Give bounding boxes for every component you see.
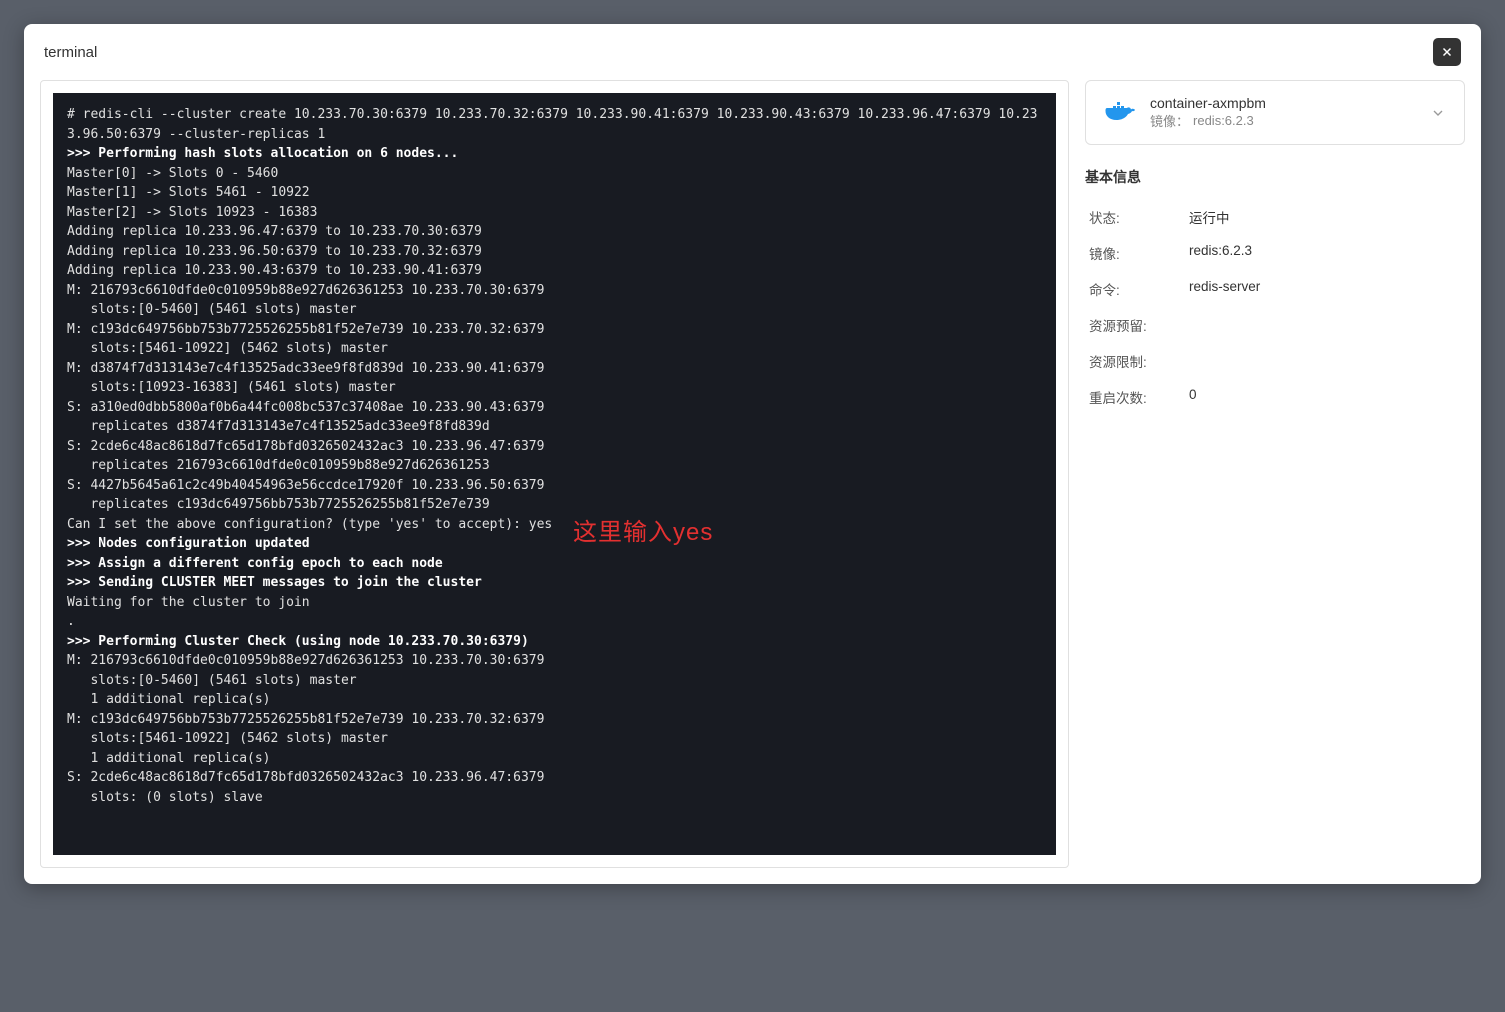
- term-line: >>> Sending CLUSTER MEET messages to joi…: [67, 575, 482, 590]
- info-row: 镜像:redis:6.2.3: [1085, 235, 1465, 271]
- modal-title: terminal: [44, 44, 97, 61]
- modal: terminal # redis-cli --cluster create 10…: [24, 24, 1481, 884]
- docker-icon: [1104, 97, 1136, 129]
- term-line: >>> Nodes configuration updated: [67, 536, 310, 551]
- info-value: redis-server: [1189, 279, 1260, 299]
- term-line: replicates 216793c6610dfde0c010959b88e92…: [67, 458, 490, 473]
- term-line: slots:[0-5460] (5461 slots) master: [67, 673, 357, 688]
- term-line: Waiting for the cluster to join: [67, 595, 310, 610]
- info-label: 资源限制:: [1089, 351, 1189, 371]
- term-line: >>> Assign a different config epoch to e…: [67, 556, 443, 571]
- term-line: replicates d3874f7d313143e7c4f13525adc33…: [67, 419, 490, 434]
- modal-header: terminal: [24, 24, 1481, 80]
- info-value: redis:6.2.3: [1189, 243, 1252, 263]
- info-label: 命令:: [1089, 279, 1189, 299]
- term-line: Can I set the above configuration? (type…: [67, 517, 552, 532]
- term-line: # redis-cli --cluster create 10.233.70.3…: [67, 107, 1038, 142]
- term-line: M: 216793c6610dfde0c010959b88e927d626361…: [67, 653, 544, 668]
- info-row: 资源预留:: [1085, 307, 1465, 343]
- container-meta: container-axmpbm 镜像： redis:6.2.3: [1150, 95, 1416, 130]
- term-line: slots:[5461-10922] (5462 slots) master: [67, 341, 388, 356]
- close-button[interactable]: [1433, 38, 1461, 66]
- term-line: Adding replica 10.233.96.47:6379 to 10.2…: [67, 224, 482, 239]
- info-label: 重启次数:: [1089, 387, 1189, 407]
- term-line: replicates c193dc649756bb753b7725526255b…: [67, 497, 490, 512]
- side-panel: container-axmpbm 镜像： redis:6.2.3 基本信息 状态:…: [1085, 80, 1465, 868]
- term-line: slots:[5461-10922] (5462 slots) master: [67, 731, 388, 746]
- image-value: redis:6.2.3: [1193, 113, 1254, 128]
- term-line: Master[1] -> Slots 5461 - 10922: [67, 185, 310, 200]
- term-line: slots: (0 slots) slave: [67, 790, 263, 805]
- term-line: Master[2] -> Slots 10923 - 16383: [67, 205, 317, 220]
- terminal[interactable]: # redis-cli --cluster create 10.233.70.3…: [53, 93, 1056, 855]
- term-line: 1 additional replica(s): [67, 751, 271, 766]
- term-line: .: [67, 614, 75, 629]
- container-image-line: 镜像： redis:6.2.3: [1150, 111, 1416, 130]
- term-line: S: 4427b5645a61c2c49b40454963e56ccdce179…: [67, 478, 544, 493]
- term-line: S: 2cde6c48ac8618d7fc65d178bfd0326502432…: [67, 770, 544, 785]
- term-line: slots:[0-5460] (5461 slots) master: [67, 302, 357, 317]
- container-name: container-axmpbm: [1150, 95, 1416, 111]
- term-line: Adding replica 10.233.90.43:6379 to 10.2…: [67, 263, 482, 278]
- term-line: >>> Performing Cluster Check (using node…: [67, 634, 529, 649]
- term-line: S: 2cde6c48ac8618d7fc65d178bfd0326502432…: [67, 439, 544, 454]
- close-icon: [1440, 45, 1454, 59]
- info-row: 命令:redis-server: [1085, 271, 1465, 307]
- info-value: 0: [1189, 387, 1197, 407]
- modal-body: # redis-cli --cluster create 10.233.70.3…: [24, 80, 1481, 884]
- term-line: slots:[10923-16383] (5461 slots) master: [67, 380, 396, 395]
- terminal-panel: # redis-cli --cluster create 10.233.70.3…: [40, 80, 1069, 868]
- term-line: Master[0] -> Slots 0 - 5460: [67, 166, 278, 181]
- container-card[interactable]: container-axmpbm 镜像： redis:6.2.3: [1085, 80, 1465, 145]
- info-label: 镜像:: [1089, 243, 1189, 263]
- term-line: Adding replica 10.233.96.50:6379 to 10.2…: [67, 244, 482, 259]
- term-line: >>> Performing hash slots allocation on …: [67, 146, 458, 161]
- info-row: 资源限制:: [1085, 343, 1465, 379]
- image-prefix: 镜像：: [1150, 111, 1189, 130]
- info-label: 状态:: [1089, 207, 1189, 227]
- term-line: 1 additional replica(s): [67, 692, 271, 707]
- annotation-overlay: 这里输入yes: [573, 515, 713, 551]
- chevron-down-icon: [1430, 105, 1446, 121]
- info-row: 状态:运行中: [1085, 199, 1465, 235]
- term-line: S: a310ed0dbb5800af0b6a44fc008bc537c3740…: [67, 400, 544, 415]
- term-line: M: d3874f7d313143e7c4f13525adc33ee9f8fd8…: [67, 361, 544, 376]
- term-line: M: c193dc649756bb753b7725526255b81f52e7e…: [67, 712, 544, 727]
- info-value: 运行中: [1189, 207, 1230, 227]
- info-row: 重启次数:0: [1085, 379, 1465, 415]
- term-line: M: 216793c6610dfde0c010959b88e927d626361…: [67, 283, 544, 298]
- term-line: M: c193dc649756bb753b7725526255b81f52e7e…: [67, 322, 544, 337]
- info-label: 资源预留:: [1089, 315, 1189, 335]
- section-title: 基本信息: [1085, 167, 1465, 187]
